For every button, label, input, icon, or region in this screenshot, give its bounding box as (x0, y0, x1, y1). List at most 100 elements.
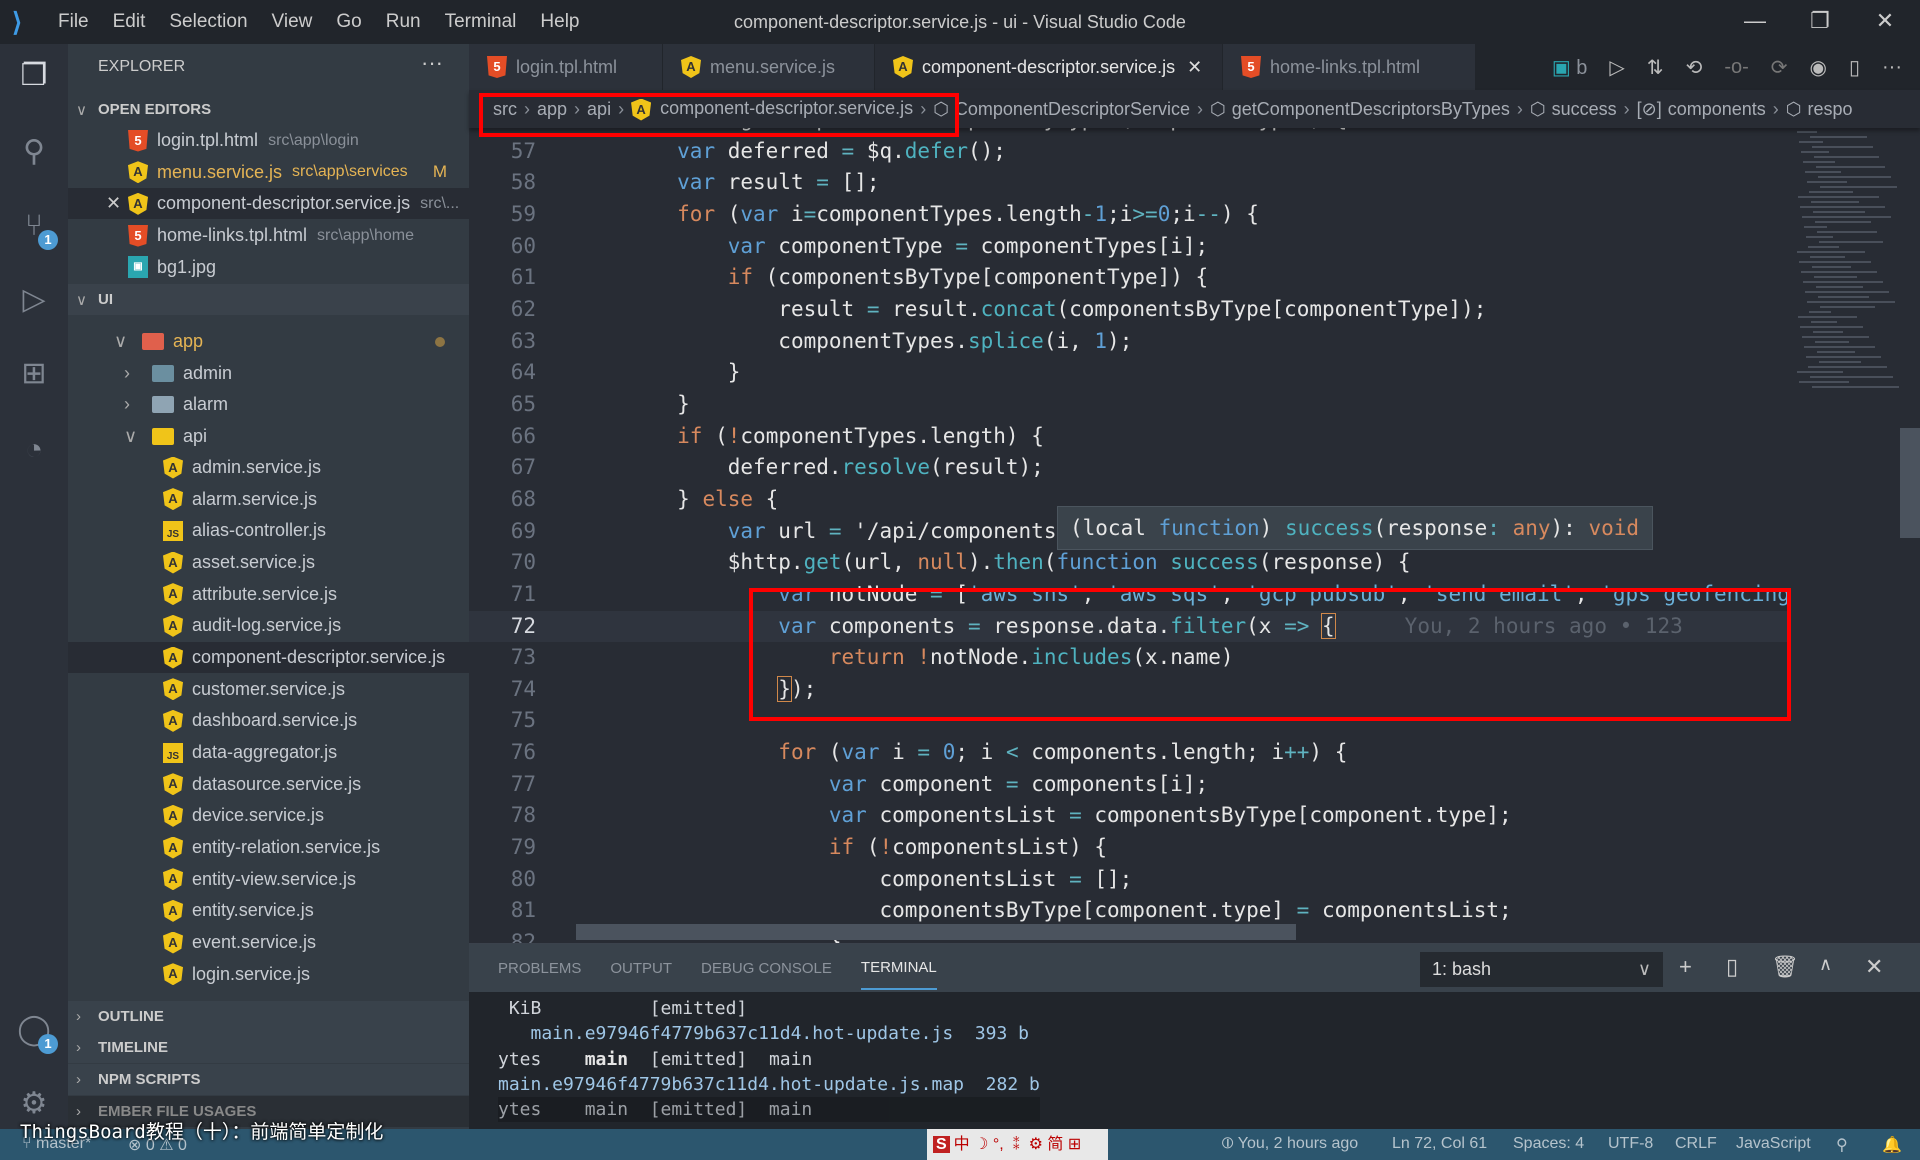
menu-edit[interactable]: Edit (113, 11, 146, 33)
code-line[interactable]: 65 } (469, 389, 1789, 421)
outline-header[interactable]: › OUTLINE (68, 1001, 469, 1032)
close-panel-icon[interactable]: ✕ (1865, 954, 1883, 980)
explorer-icon[interactable]: ❐ (14, 56, 54, 96)
file-tree-item[interactable]: Aasset.service.js (68, 547, 469, 578)
language-mode[interactable]: JavaScript (1736, 1135, 1811, 1153)
timeline-header[interactable]: › TIMELINE (68, 1032, 469, 1063)
extensions-icon[interactable]: ⊞ (14, 354, 54, 394)
tab-terminal[interactable]: TERMINAL (860, 947, 937, 990)
breadcrumb-item[interactable]: ⬡ ComponentDescriptorService (933, 99, 1190, 120)
minimize-icon[interactable]: — (1735, 8, 1775, 34)
npm-scripts-header[interactable]: › NPM SCRIPTS (68, 1064, 469, 1095)
file-tree-item[interactable]: Aadmin.service.js (68, 452, 469, 483)
code-line[interactable]: 78 var componentsList = componentsByType… (469, 800, 1789, 832)
workspace-header[interactable]: ∨ UI (68, 284, 469, 315)
menu-go[interactable]: Go (336, 11, 361, 33)
menu-selection[interactable]: Selection (169, 11, 247, 33)
file-tree-item[interactable]: JS alias-controller.js (68, 515, 469, 546)
file-tree-item[interactable]: JS data-aggregator.js (68, 737, 469, 768)
run-icon[interactable]: ▷ (1609, 55, 1624, 80)
file-tree-item[interactable]: Alogin.service.js (68, 959, 469, 990)
new-terminal-icon[interactable]: + (1679, 954, 1692, 980)
code-line[interactable]: 57 var deferred = $q.defer(); (469, 136, 1789, 168)
more-actions-icon[interactable]: ··· (1882, 56, 1902, 79)
open-editor-item[interactable]: ▣ bg1.jpg (68, 252, 469, 283)
restore-icon[interactable]: ❐ (1800, 8, 1840, 34)
breadcrumb-item[interactable]: ⬡ getComponentDescriptorsByTypes (1210, 99, 1510, 120)
file-tree-item[interactable]: Aevent.service.js (68, 927, 469, 958)
menu-help[interactable]: Help (540, 11, 579, 33)
notifications-bell-icon[interactable]: 🔔 (1882, 1135, 1902, 1155)
file-tree-item[interactable]: Acomponent-descriptor.service.js (68, 642, 469, 674)
open-preview-icon[interactable]: ▣ b (1552, 55, 1588, 80)
breadcrumb-item[interactable]: ⬡ success (1530, 99, 1617, 120)
git-commit-icon[interactable]: -o- (1724, 56, 1748, 79)
git-graph-icon[interactable]: ◔ (14, 430, 54, 470)
file-tree-item[interactable]: Aalarm.service.js (68, 484, 469, 515)
code-line[interactable]: 64 } (469, 357, 1789, 389)
file-tree-item[interactable]: Aattribute.service.js (68, 579, 469, 610)
source-control-icon[interactable]: ⑂ 1 (14, 206, 58, 250)
run-debug-icon[interactable]: ▷ (14, 280, 54, 320)
cursor-position[interactable]: Ln 72, Col 61 (1392, 1135, 1487, 1153)
git-lens-icon[interactable]: ◉ (1810, 55, 1827, 80)
folder-app[interactable]: ∨ app (68, 326, 469, 357)
code-line[interactable]: 66 if (!componentTypes.length) { (469, 421, 1789, 453)
code-line[interactable]: 58 var result = []; (469, 167, 1789, 199)
folder-admin[interactable]: › admin (68, 358, 469, 389)
vertical-scrollbar[interactable] (1900, 428, 1920, 538)
compare-changes-icon[interactable]: ⇅ (1647, 55, 1664, 80)
ime-toolbar[interactable]: S中 ☽ °, ⁑ ⚙ 简 ⊞ (927, 1129, 1108, 1160)
terminal-select[interactable]: 1: bash ∨ (1420, 952, 1663, 987)
horizontal-scrollbar[interactable] (576, 924, 1296, 940)
code-line[interactable]: 62 result = result.concat(componentsByTy… (469, 294, 1789, 326)
minimap[interactable] (1797, 128, 1901, 408)
menu-view[interactable]: View (272, 11, 313, 33)
code-line[interactable]: 77 var component = components[i]; (469, 769, 1789, 801)
file-tree-item[interactable]: Adatasource.service.js (68, 769, 469, 800)
blame-status[interactable]: ⦶ You, 2 hours ago (1222, 1135, 1358, 1153)
encoding[interactable]: UTF-8 (1608, 1135, 1653, 1153)
split-editor-icon[interactable]: ▯ (1849, 55, 1860, 80)
accounts-icon[interactable]: ◯ 1 (14, 1010, 58, 1054)
folder-alarm[interactable]: › alarm (68, 389, 469, 420)
code-line[interactable]: 60 var componentType = componentTypes[i]… (469, 231, 1789, 263)
menu-run[interactable]: Run (386, 11, 421, 33)
file-tree-item[interactable]: Aentity.service.js (68, 895, 469, 926)
previous-change-icon[interactable]: ⟲ (1686, 55, 1703, 80)
maximize-panel-icon[interactable]: ∧ (1819, 954, 1832, 975)
breadcrumb-item[interactable]: ⬡ respo (1786, 99, 1853, 120)
file-tree-item[interactable]: Aentity-relation.service.js (68, 832, 469, 863)
code-line[interactable]: 61 if (componentsByType[componentType]) … (469, 262, 1789, 294)
next-change-icon[interactable]: ⟳ (1771, 55, 1788, 80)
file-tree-item[interactable]: Aaudit-log.service.js (68, 610, 469, 641)
tab-menu-service[interactable]: Amenu.service.js (663, 44, 875, 90)
split-terminal-icon[interactable]: ▯ (1726, 954, 1738, 980)
tab-output[interactable]: OUTPUT (610, 960, 672, 977)
file-tree-item[interactable]: Acustomer.service.js (68, 674, 469, 705)
code-line[interactable]: 81 componentsByType[component.type] = co… (469, 895, 1789, 927)
code-line[interactable]: 70 $http.get(url, null).then(function su… (469, 547, 1789, 579)
open-editor-item[interactable]: ✕ Acomponent-descriptor.service.js src\... (68, 188, 469, 220)
code-line[interactable]: 76 for (var i = 0; i < components.length… (469, 737, 1789, 769)
code-line[interactable]: 63 componentTypes.splice(i, 1); (469, 326, 1789, 358)
tab-login-tpl[interactable]: 5 login.tpl.html (469, 44, 663, 90)
live-share-icon[interactable]: ⚲ (1836, 1135, 1848, 1155)
menu-terminal[interactable]: Terminal (445, 11, 517, 33)
file-tree-item[interactable]: Aentity-view.service.js (68, 864, 469, 895)
file-tree-item[interactable]: Adashboard.service.js (68, 705, 469, 736)
more-actions-icon[interactable]: ··· (421, 50, 443, 76)
folder-api[interactable]: ∨ api (68, 421, 469, 452)
close-tab-icon[interactable]: ✕ (1187, 57, 1202, 78)
tab-debug-console[interactable]: DEBUG CONSOLE (701, 960, 832, 977)
code-line[interactable]: 59 for (var i=componentTypes.length-1;i>… (469, 199, 1789, 231)
code-line[interactable]: 67 deferred.resolve(result); (469, 452, 1789, 484)
tab-problems[interactable]: PROBLEMS (498, 960, 581, 977)
open-editor-item[interactable]: 5 login.tpl.html src\app\login (68, 125, 469, 156)
tab-home-links-tpl[interactable]: 5 home-links.tpl.html (1223, 44, 1476, 90)
file-tree-item[interactable]: Adevice.service.js (68, 800, 469, 831)
open-editors-header[interactable]: ∨ OPEN EDITORS (68, 94, 469, 125)
open-editor-item[interactable]: 5 home-links.tpl.html src\app\home (68, 220, 469, 251)
breadcrumb-item[interactable]: [⊘] components (1637, 99, 1766, 120)
open-editor-item[interactable]: Amenu.service.js src\app\services M (68, 157, 469, 188)
